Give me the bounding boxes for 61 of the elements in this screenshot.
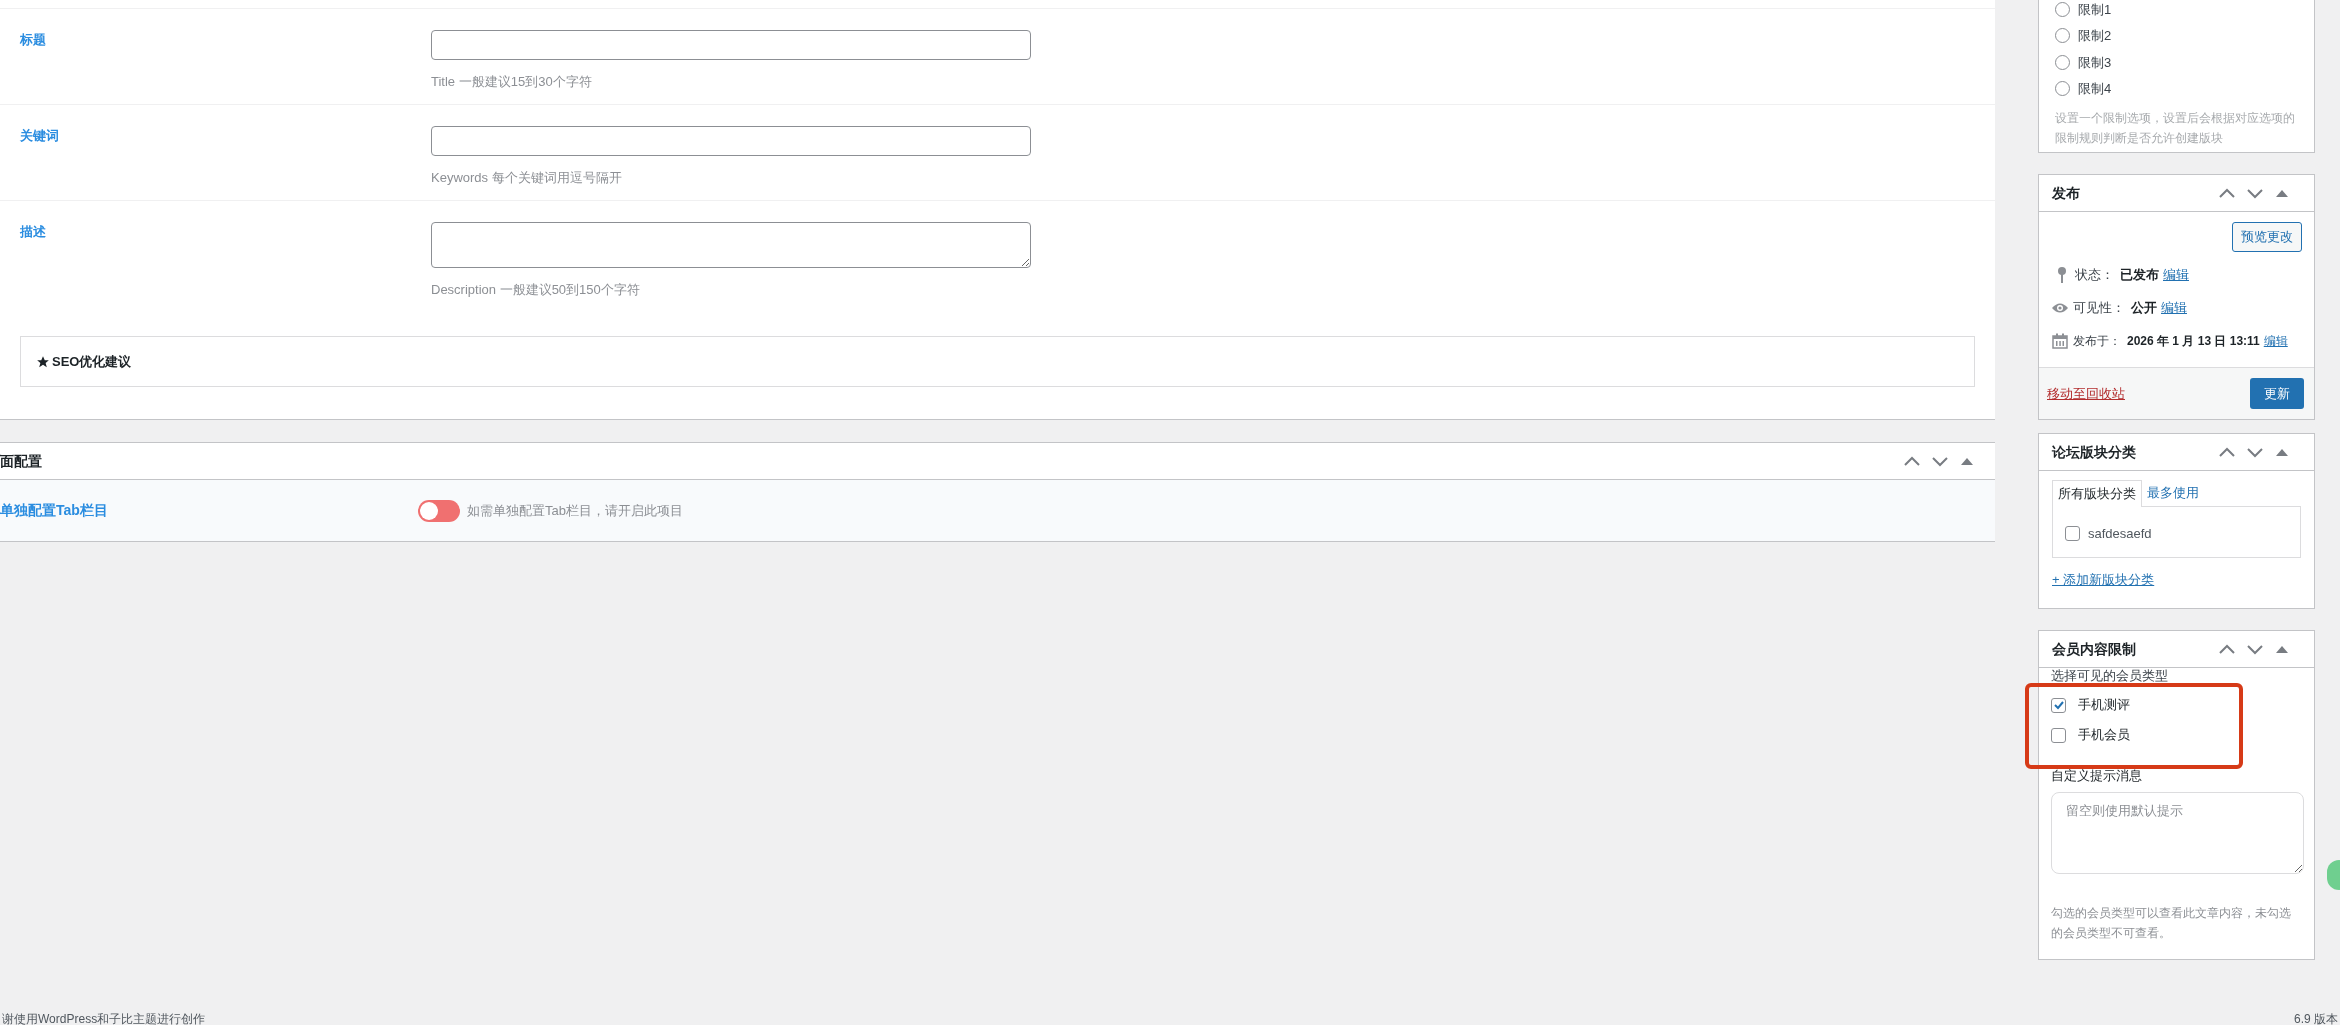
row-label: 发布于： [2073, 332, 2121, 350]
field-label: 描述 [19, 223, 47, 241]
update-button[interactable]: 更新 [2250, 378, 2304, 409]
version-text: 6.9 版本 [2294, 1011, 2338, 1025]
radio-option[interactable]: 限制2 [2055, 22, 2302, 49]
member-type-checkbox[interactable]: 手机测评 [2051, 690, 2302, 720]
help-text: 设置一个限制选项，设置后会根据对应选项的限制规则判断是否允许创建版块 [2055, 110, 2296, 147]
text-field[interactable] [431, 30, 1031, 60]
message-field[interactable]: 留空则使用默认提示 [2051, 791, 2304, 874]
member-type-checkbox[interactable]: 手机会员 [2051, 720, 2302, 750]
radio-option[interactable]: 限制3 [2055, 49, 2302, 76]
move-up-icon[interactable] [2219, 447, 2235, 457]
row-value: 已发布 [2120, 265, 2159, 284]
radio-option[interactable]: 限制1 [2055, 0, 2302, 23]
category-tab[interactable]: 最多使用 [2142, 479, 2204, 506]
option-label: 单独配置Tab栏目 [0, 501, 109, 520]
add-category-link[interactable]: + 添加新版块分类 [2052, 570, 2301, 590]
panel-title: 面配置 [0, 451, 42, 471]
move-up-icon[interactable] [2219, 188, 2235, 198]
option-hint: 如需单独配置Tab栏目，请开启此项目 [467, 502, 683, 520]
field-label: 关键词 [19, 127, 60, 145]
field-label: 选择可见的会员类型 [2051, 667, 2169, 682]
panel-title: 论坛版块分类 [2052, 442, 2136, 462]
text-field[interactable] [431, 126, 1031, 156]
toggle-switch[interactable] [418, 500, 460, 522]
collapse-icon[interactable] [2276, 190, 2288, 197]
row-value: 公开 [2131, 298, 2157, 317]
field-hint: Description 一般建议50到150个字符 [431, 281, 641, 299]
move-down-icon[interactable] [1932, 457, 1948, 467]
help-text: 勾选的会员类型可以查看此文章内容，未勾选的会员类型不可查看。 [2051, 904, 2292, 942]
row-label: 可见性： [2073, 298, 2125, 317]
panel-title: 发布 [2052, 183, 2080, 203]
footer-text: 谢使用WordPress和子比主题进行创作 [2, 1011, 206, 1025]
edit-link[interactable]: 编辑 [2163, 264, 2189, 285]
field-label: 标题 [19, 31, 47, 49]
check-icon [2052, 699, 2065, 711]
collapse-icon[interactable] [1961, 458, 1973, 465]
pin-icon [2055, 265, 2069, 284]
row-label: 状态： [2075, 265, 2114, 284]
move-down-icon[interactable] [2247, 645, 2263, 655]
field-hint: Keywords 每个关键词用逗号隔开 [431, 169, 623, 187]
field-hint: Title 一般建议15到30个字符 [431, 73, 593, 91]
edit-link[interactable]: 编辑 [2161, 297, 2187, 318]
section-heading[interactable]: SEO优化建议 [52, 351, 132, 372]
edit-link[interactable]: 编辑 [2263, 331, 2288, 350]
collapse-icon[interactable] [2276, 449, 2288, 456]
move-up-icon[interactable] [1904, 456, 1920, 466]
move-down-icon[interactable] [2247, 189, 2263, 199]
panel-title: 会员内容限制 [2052, 639, 2136, 659]
field-label: 自定义提示消息 [2051, 767, 2143, 785]
description-field[interactable] [431, 222, 1031, 268]
move-down-icon[interactable] [2247, 448, 2263, 458]
row-value: 2026 年 1 月 13 日 13:11 [2127, 332, 2260, 350]
star-icon [36, 354, 50, 369]
calendar-icon [2052, 332, 2068, 349]
radio-option[interactable]: 限制4 [2055, 75, 2302, 102]
collapse-icon[interactable] [2276, 646, 2288, 653]
category-tab[interactable]: 所有版块分类 [2052, 480, 2142, 507]
trash-link[interactable]: 移动至回收站 [2047, 383, 2125, 404]
preview-button[interactable]: 预览更改 [2232, 222, 2302, 252]
move-up-icon[interactable] [2219, 644, 2235, 654]
